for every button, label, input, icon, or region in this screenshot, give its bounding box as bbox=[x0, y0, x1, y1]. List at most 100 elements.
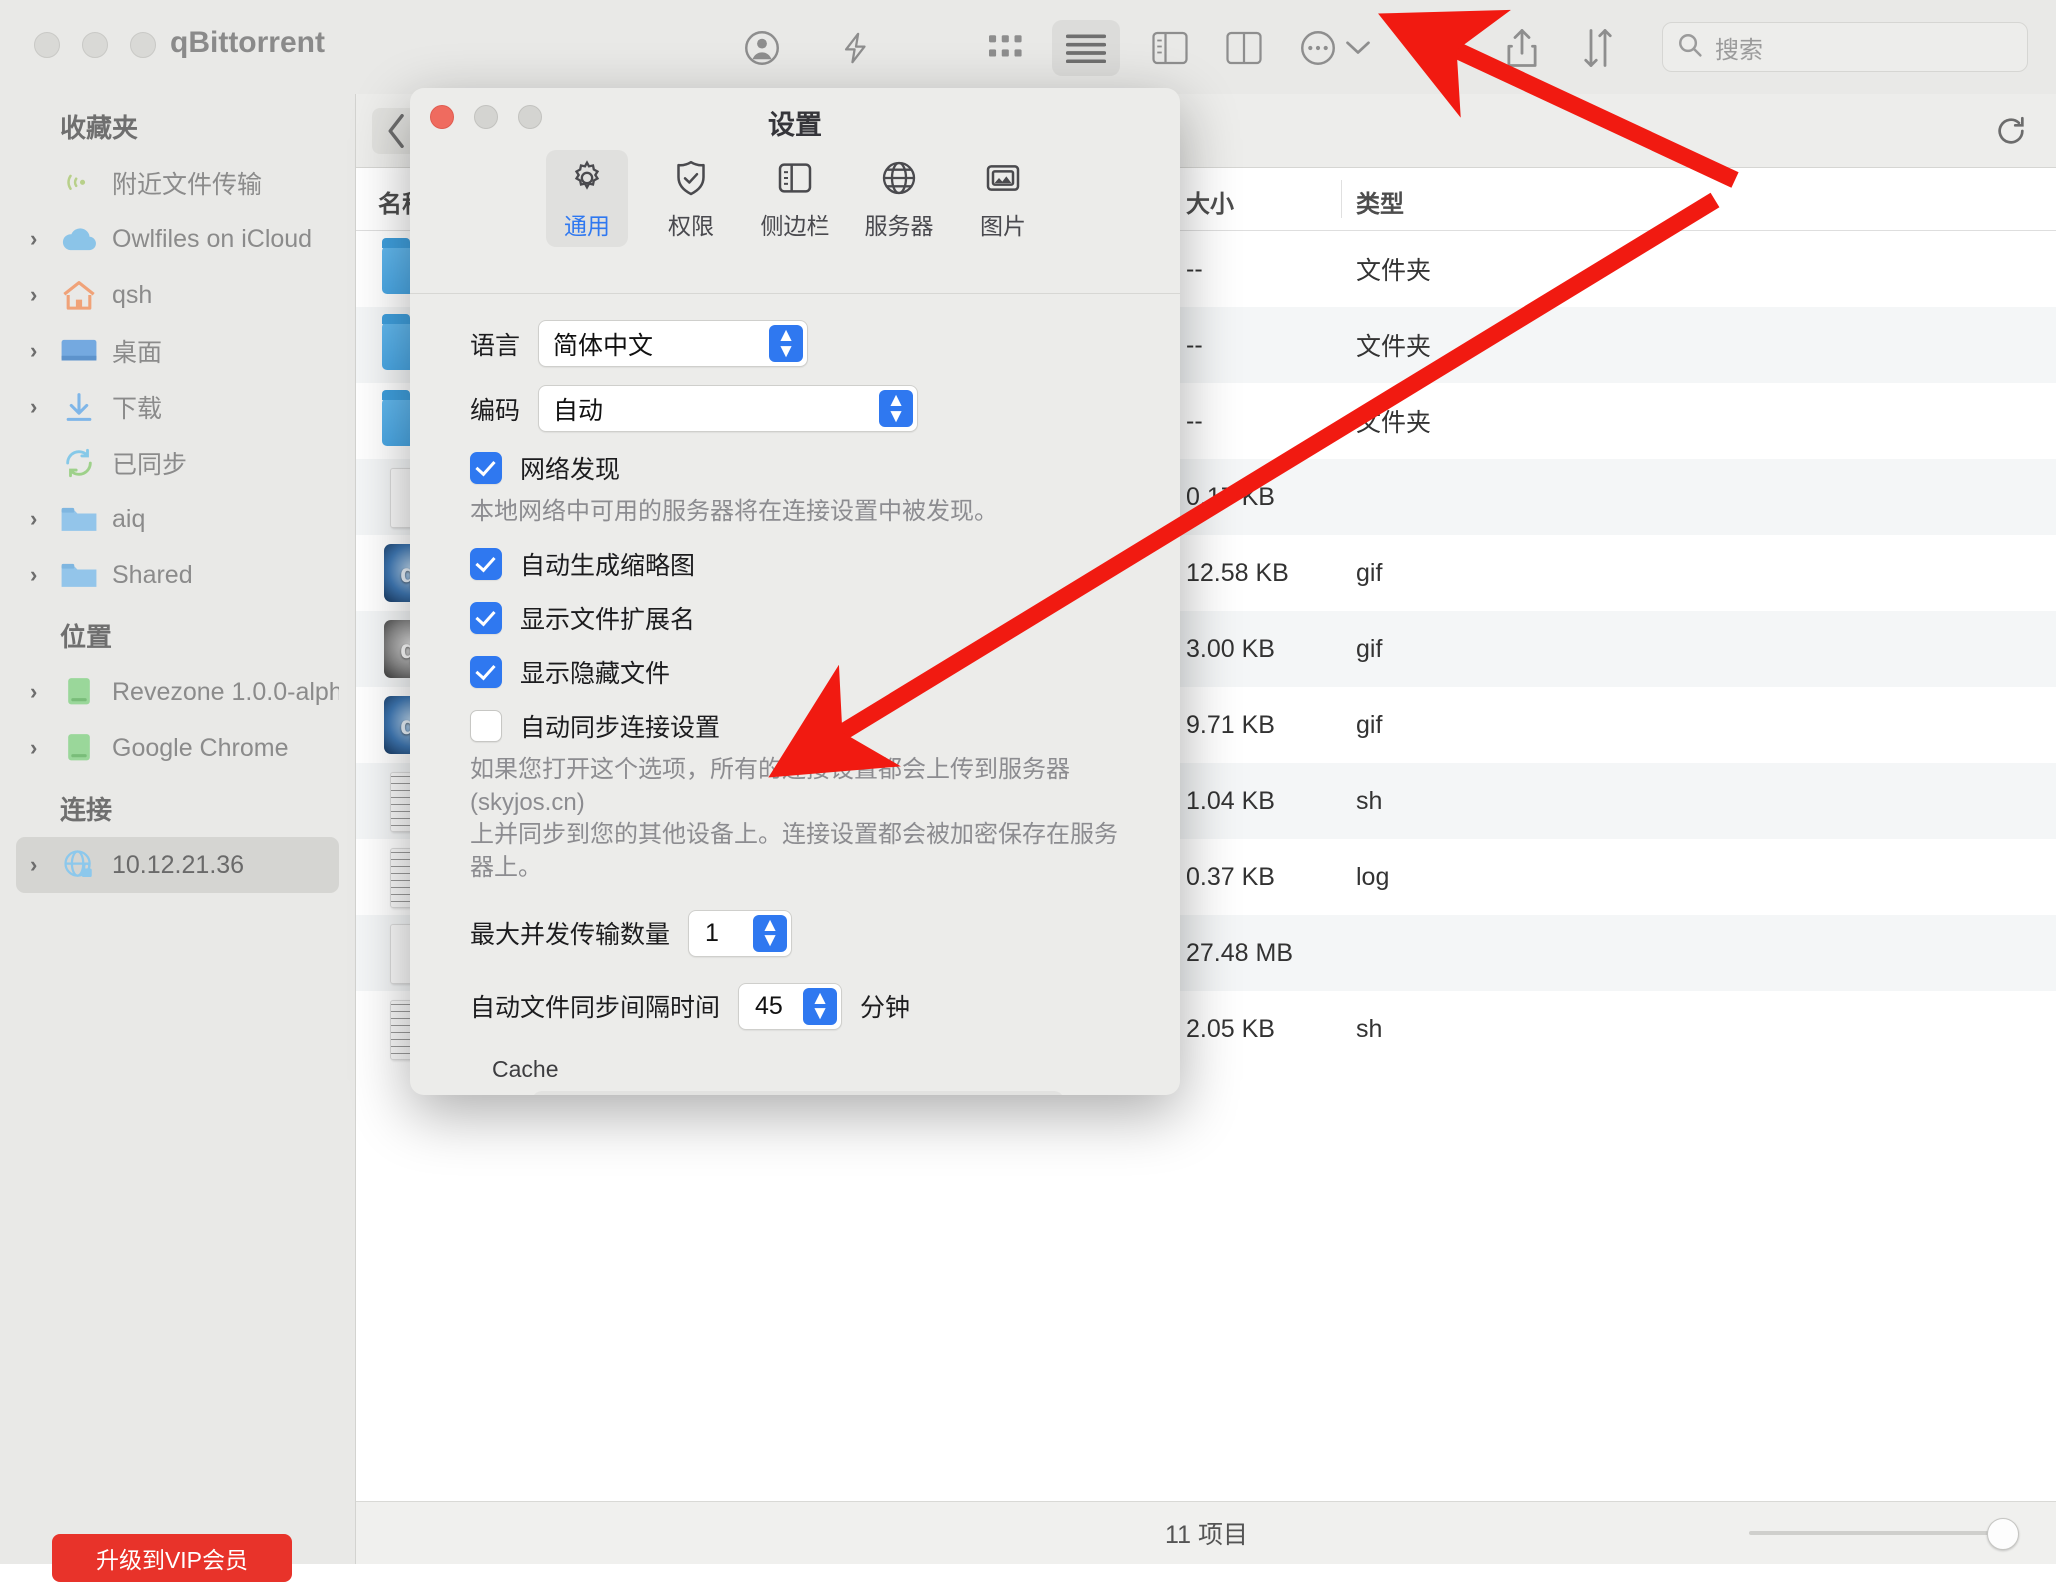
file-size: 0.17 KB bbox=[1186, 482, 1275, 511]
window-traffic-lights bbox=[34, 32, 156, 58]
stepper-icon[interactable]: ▲ ▼ bbox=[753, 914, 788, 952]
max-transfers-stepper[interactable]: 1 ▲ ▼ bbox=[688, 909, 793, 957]
grid-view-icon[interactable] bbox=[978, 20, 1034, 76]
checkbox-auto-thumbnails[interactable]: 自动生成缩略图 bbox=[470, 546, 1120, 582]
image-icon bbox=[983, 158, 1023, 203]
sidebar-item-revezone[interactable]: › Revezone 1.0.0-alpha bbox=[16, 664, 339, 720]
slider-knob[interactable] bbox=[1987, 1518, 2019, 1550]
gear-icon bbox=[567, 158, 607, 203]
max-transfers-value: 1 bbox=[705, 918, 719, 947]
sidebar-item-label: 附近文件传输 bbox=[112, 171, 263, 199]
settings-tabs: 通用 权限 侧边栏 服务器 图片 bbox=[410, 150, 1180, 247]
minimize-button[interactable] bbox=[82, 32, 108, 58]
chevron-right-icon[interactable]: › bbox=[30, 679, 37, 705]
search-input[interactable]: 搜索 bbox=[1662, 22, 2028, 72]
language-select[interactable]: 简体中文 ▲ ▼ bbox=[538, 320, 809, 367]
sidebar-item-qsh[interactable]: › qsh bbox=[16, 267, 339, 323]
sidebar-item-google-chrome[interactable]: › Google Chrome bbox=[16, 720, 339, 776]
maximize-button[interactable] bbox=[130, 32, 156, 58]
stepper-icon[interactable]: ▲ ▼ bbox=[803, 987, 838, 1025]
chevron-down-icon[interactable] bbox=[1340, 20, 1376, 76]
checkbox-network-discovery[interactable]: 网络发现 bbox=[470, 450, 1120, 486]
zoom-slider[interactable] bbox=[1749, 1518, 2019, 1550]
sidebar-item-desktop[interactable]: › 桌面 bbox=[16, 323, 339, 379]
home-icon bbox=[60, 278, 98, 312]
file-type: sh bbox=[1356, 1014, 1383, 1043]
tab-label: 权限 bbox=[668, 213, 714, 239]
tab-sidebar[interactable]: 侧边栏 bbox=[754, 150, 836, 247]
sidebar-item-label: qsh bbox=[112, 280, 153, 309]
account-icon[interactable] bbox=[734, 20, 790, 76]
folder-icon bbox=[60, 502, 98, 536]
checkbox-input[interactable] bbox=[470, 710, 502, 743]
chevron-right-icon[interactable]: › bbox=[30, 338, 37, 364]
chevron-right-icon[interactable]: › bbox=[30, 282, 37, 308]
checkbox-label: 自动同步连接设置 bbox=[520, 714, 721, 743]
sidebar-item-synced[interactable]: 已同步 bbox=[16, 435, 339, 491]
sort-icon[interactable] bbox=[1570, 20, 1626, 76]
file-type: gif bbox=[1356, 634, 1383, 663]
chevron-right-icon[interactable]: › bbox=[30, 852, 37, 878]
file-type: sh bbox=[1356, 786, 1383, 815]
tab-label: 通用 bbox=[564, 213, 610, 239]
tab-server[interactable]: 服务器 bbox=[858, 150, 940, 247]
sidebar-item-label: 桌面 bbox=[112, 339, 163, 367]
file-size: 1.04 KB bbox=[1186, 786, 1275, 815]
checkbox-input[interactable] bbox=[470, 452, 502, 484]
sync-icon bbox=[60, 446, 98, 480]
encoding-value: 自动 bbox=[553, 396, 604, 425]
checkbox-show-hidden-files[interactable]: 显示隐藏文件 bbox=[470, 654, 1120, 690]
sidebar-item-label: 已同步 bbox=[112, 451, 188, 479]
chevron-right-icon[interactable]: › bbox=[30, 226, 37, 252]
checkbox-auto-sync-connection[interactable]: 自动同步连接设置 bbox=[470, 708, 1120, 744]
tab-label: 服务器 bbox=[864, 213, 934, 239]
column-header-type[interactable]: 类型 bbox=[1356, 184, 1404, 219]
sidebar-item-downloads[interactable]: › 下载 bbox=[16, 379, 339, 435]
stepper-icon[interactable]: ▲ ▼ bbox=[879, 390, 914, 427]
sidebar-item-nearby-transfer[interactable]: 附近文件传输 bbox=[16, 155, 339, 211]
upgrade-vip-button[interactable]: 升级到VIP会员 bbox=[52, 1534, 292, 1582]
file-size: 9.71 KB bbox=[1186, 710, 1275, 739]
sync-interval-stepper[interactable]: 45 ▲ ▼ bbox=[738, 982, 843, 1030]
close-button[interactable] bbox=[34, 32, 60, 58]
checkbox-show-extensions[interactable]: 显示文件扩展名 bbox=[470, 600, 1120, 636]
column-header-size[interactable]: 大小 bbox=[1186, 184, 1234, 219]
file-size: 0.37 KB bbox=[1186, 862, 1275, 891]
search-icon bbox=[1677, 32, 1703, 63]
bolt-icon[interactable] bbox=[828, 20, 884, 76]
checkbox-input[interactable] bbox=[470, 656, 502, 689]
gallery-view-icon[interactable] bbox=[1216, 20, 1272, 76]
chevron-right-icon[interactable]: › bbox=[30, 394, 37, 420]
share-icon[interactable] bbox=[1494, 20, 1550, 76]
status-bar: 11 项目 bbox=[356, 1501, 2056, 1564]
encoding-select[interactable]: 自动 ▲ ▼ bbox=[538, 385, 919, 432]
column-view-icon[interactable] bbox=[1142, 20, 1198, 76]
sidebar-item-10-12-21-36[interactable]: › 10.12.21.36 bbox=[16, 837, 339, 893]
checkbox-label: 自动生成缩略图 bbox=[520, 552, 696, 581]
encoding-label: 编码 bbox=[470, 396, 521, 425]
refresh-icon[interactable] bbox=[1988, 108, 2034, 154]
dialog-title: 设置 bbox=[768, 110, 822, 140]
chevron-right-icon[interactable]: › bbox=[30, 735, 37, 761]
file-size: 12.58 KB bbox=[1186, 558, 1289, 587]
settings-general-panel: 语言 简体中文 ▲ ▼ 编码 自动 ▲ ▼ 网络发现 本地网络中可用的服务器将在连接… bbox=[410, 294, 1180, 1095]
more-icon[interactable] bbox=[1290, 20, 1346, 76]
sidebar-item-shared[interactable]: › Shared bbox=[16, 547, 339, 603]
chevron-right-icon[interactable]: › bbox=[30, 562, 37, 588]
max-transfers-label: 最大并发传输数量 bbox=[470, 921, 671, 950]
tab-images[interactable]: 图片 bbox=[962, 150, 1044, 247]
sidebar-item-aiq[interactable]: › aiq bbox=[16, 491, 339, 547]
checkbox-input[interactable] bbox=[470, 602, 502, 635]
chevron-right-icon[interactable]: › bbox=[30, 506, 37, 532]
sidebar-section-connections: 连接 bbox=[60, 795, 113, 825]
globe-icon bbox=[879, 158, 919, 203]
shield-check-icon bbox=[671, 158, 711, 203]
list-view-icon[interactable] bbox=[1052, 20, 1120, 76]
tab-general[interactable]: 通用 bbox=[546, 150, 628, 247]
file-type: gif bbox=[1356, 710, 1383, 739]
stepper-icon[interactable]: ▲ ▼ bbox=[769, 325, 804, 362]
checkbox-input[interactable] bbox=[470, 548, 502, 581]
gear-icon[interactable] bbox=[1420, 20, 1476, 76]
sidebar-item-owlfiles-icloud[interactable]: › Owlfiles on iCloud bbox=[16, 211, 339, 267]
tab-permissions[interactable]: 权限 bbox=[650, 150, 732, 247]
